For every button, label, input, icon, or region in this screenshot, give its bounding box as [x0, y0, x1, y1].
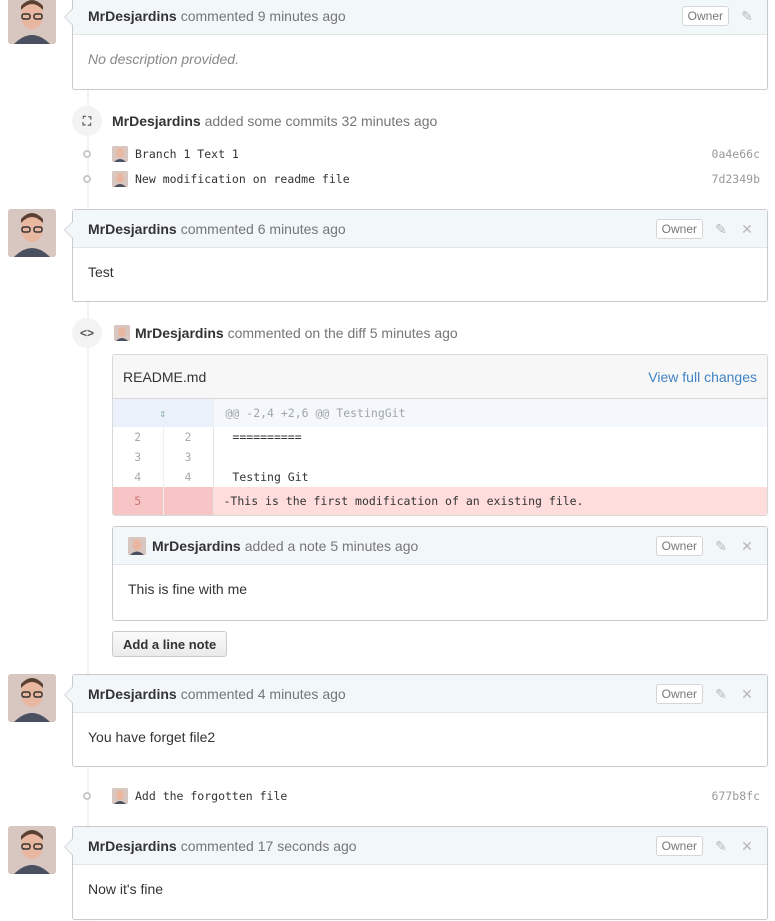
- comment-meta[interactable]: commented 6 minutes ago: [181, 221, 346, 237]
- comment-header: MrDesjardins commented 4 minutes ago Own…: [73, 675, 767, 713]
- comment-body: Now it's fine: [88, 881, 164, 897]
- comment-author[interactable]: MrDesjardins: [88, 838, 177, 854]
- pencil-icon[interactable]: ✎: [713, 686, 729, 702]
- diff-hunk-row: ⇕ @@ -2,4 +2,6 @@ TestingGit: [113, 399, 767, 427]
- comment-author[interactable]: MrDesjardins: [88, 8, 177, 24]
- commit-row: New modification on readme file 7d2349b: [80, 168, 768, 190]
- avatar[interactable]: [8, 826, 56, 874]
- commits-event: ⛶ MrDesjardins added some commits 32 min…: [72, 106, 437, 136]
- comment-header: MrDesjardins commented 9 minutes ago Own…: [73, 0, 767, 35]
- commit-message[interactable]: New modification on readme file: [135, 172, 350, 186]
- old-line-number[interactable]: 3: [113, 447, 164, 467]
- diff-line-deleted: 5 -This is the first modification of an …: [113, 487, 767, 515]
- commit-message[interactable]: Branch 1 Text 1: [135, 147, 239, 161]
- comment-body: No description provided.: [88, 51, 239, 67]
- commit-dot-icon: [80, 789, 94, 803]
- avatar[interactable]: [112, 171, 128, 187]
- close-icon[interactable]: ✕: [739, 838, 755, 854]
- event-text: added some commits 32 minutes ago: [204, 113, 438, 129]
- comment-author[interactable]: MrDesjardins: [88, 686, 177, 702]
- new-line-number[interactable]: [163, 487, 214, 515]
- commit-row: Branch 1 Text 1 0a4e66c: [80, 143, 768, 165]
- owner-badge: Owner: [681, 6, 729, 26]
- note-body: This is fine with me: [128, 581, 248, 597]
- close-icon[interactable]: ✕: [739, 221, 755, 237]
- commit-sha[interactable]: 677b8fc: [712, 789, 760, 803]
- comment-box: MrDesjardins commented 9 minutes ago Own…: [64, 0, 768, 90]
- pencil-icon[interactable]: ✎: [739, 8, 755, 24]
- avatar[interactable]: [114, 325, 130, 341]
- old-line-number[interactable]: 2: [113, 427, 164, 447]
- note-header: MrDesjardins added a note 5 minutes ago …: [113, 527, 767, 565]
- note-author[interactable]: MrDesjardins: [152, 538, 241, 554]
- owner-badge: Owner: [655, 536, 703, 556]
- timeline-line: [87, 0, 89, 921]
- comment-header: MrDesjardins commented 17 seconds ago Ow…: [73, 827, 767, 865]
- old-line-number[interactable]: 4: [113, 467, 164, 487]
- diff-header: README.md View full changes: [113, 355, 767, 399]
- add-line-note-button[interactable]: Add a line note: [112, 631, 228, 657]
- commit-row: Add the forgotten file 677b8fc: [80, 785, 768, 807]
- pencil-icon[interactable]: ✎: [713, 538, 729, 554]
- git-commit-icon: ⛶: [72, 106, 102, 136]
- commit-dot-icon: [80, 172, 94, 186]
- diff-block: README.md View full changes ⇕ @@ -2,4 +2…: [112, 354, 768, 516]
- new-line-number[interactable]: 4: [163, 467, 214, 487]
- avatar[interactable]: [8, 209, 56, 257]
- expand-icon[interactable]: ⇕: [113, 399, 214, 427]
- commit-message[interactable]: Add the forgotten file: [135, 789, 287, 803]
- owner-badge: Owner: [655, 684, 703, 704]
- diff-code: -This is the first modification of an ex…: [213, 487, 767, 515]
- note-meta[interactable]: added a note 5 minutes ago: [245, 538, 419, 554]
- comment-meta[interactable]: commented 4 minutes ago: [181, 686, 346, 702]
- close-icon[interactable]: ✕: [739, 686, 755, 702]
- avatar[interactable]: [128, 536, 146, 555]
- event-author[interactable]: MrDesjardins: [112, 113, 201, 129]
- comment-meta[interactable]: commented 9 minutes ago: [181, 8, 346, 24]
- comment-body: Test: [88, 264, 114, 280]
- diff-line: 3 3: [113, 447, 767, 467]
- pencil-icon[interactable]: ✎: [713, 838, 729, 854]
- line-note: MrDesjardins added a note 5 minutes ago …: [112, 526, 768, 621]
- event-text: commented on the diff 5 minutes ago: [227, 325, 458, 341]
- pencil-icon[interactable]: ✎: [713, 221, 729, 237]
- diff-hunk-header: @@ -2,4 +2,6 @@ TestingGit: [213, 399, 767, 427]
- comment-box: MrDesjardins commented 4 minutes ago Own…: [64, 674, 768, 767]
- comment-box: MrDesjardins commented 6 minutes ago Own…: [64, 209, 768, 302]
- commit-dot-icon: [80, 147, 94, 161]
- comment-header: MrDesjardins commented 6 minutes ago Own…: [73, 210, 767, 248]
- diff-code: ==========: [225, 430, 302, 444]
- diff-event: <> MrDesjardins commented on the diff 5 …: [72, 318, 458, 348]
- event-author[interactable]: MrDesjardins: [135, 325, 224, 341]
- avatar[interactable]: [8, 0, 56, 44]
- diff-code: Testing Git: [225, 470, 309, 484]
- code-icon: <>: [72, 318, 102, 348]
- diff-line: 4 4 Testing Git: [113, 467, 767, 487]
- avatar[interactable]: [112, 788, 128, 804]
- close-icon[interactable]: ✕: [739, 538, 755, 554]
- new-line-number[interactable]: 2: [163, 427, 214, 447]
- diff-line: 2 2 ==========: [113, 427, 767, 447]
- avatar[interactable]: [112, 146, 128, 162]
- new-line-number[interactable]: 3: [163, 447, 214, 467]
- commit-sha[interactable]: 0a4e66c: [712, 147, 760, 161]
- diff-filename[interactable]: README.md: [123, 369, 206, 385]
- comment-box: MrDesjardins commented 17 seconds ago Ow…: [64, 826, 768, 920]
- comment-meta[interactable]: commented 17 seconds ago: [181, 838, 357, 854]
- commit-sha[interactable]: 7d2349b: [712, 172, 760, 186]
- owner-badge: Owner: [655, 219, 703, 239]
- owner-badge: Owner: [655, 836, 703, 856]
- old-line-number[interactable]: 5: [113, 487, 164, 515]
- comment-author[interactable]: MrDesjardins: [88, 221, 177, 237]
- view-full-changes-link[interactable]: View full changes: [648, 369, 757, 385]
- comment-body: You have forget file2: [88, 729, 216, 745]
- diff-table: ⇕ @@ -2,4 +2,6 @@ TestingGit 2 2 =======…: [113, 399, 767, 515]
- avatar[interactable]: [8, 674, 56, 722]
- diff-code: [213, 447, 767, 467]
